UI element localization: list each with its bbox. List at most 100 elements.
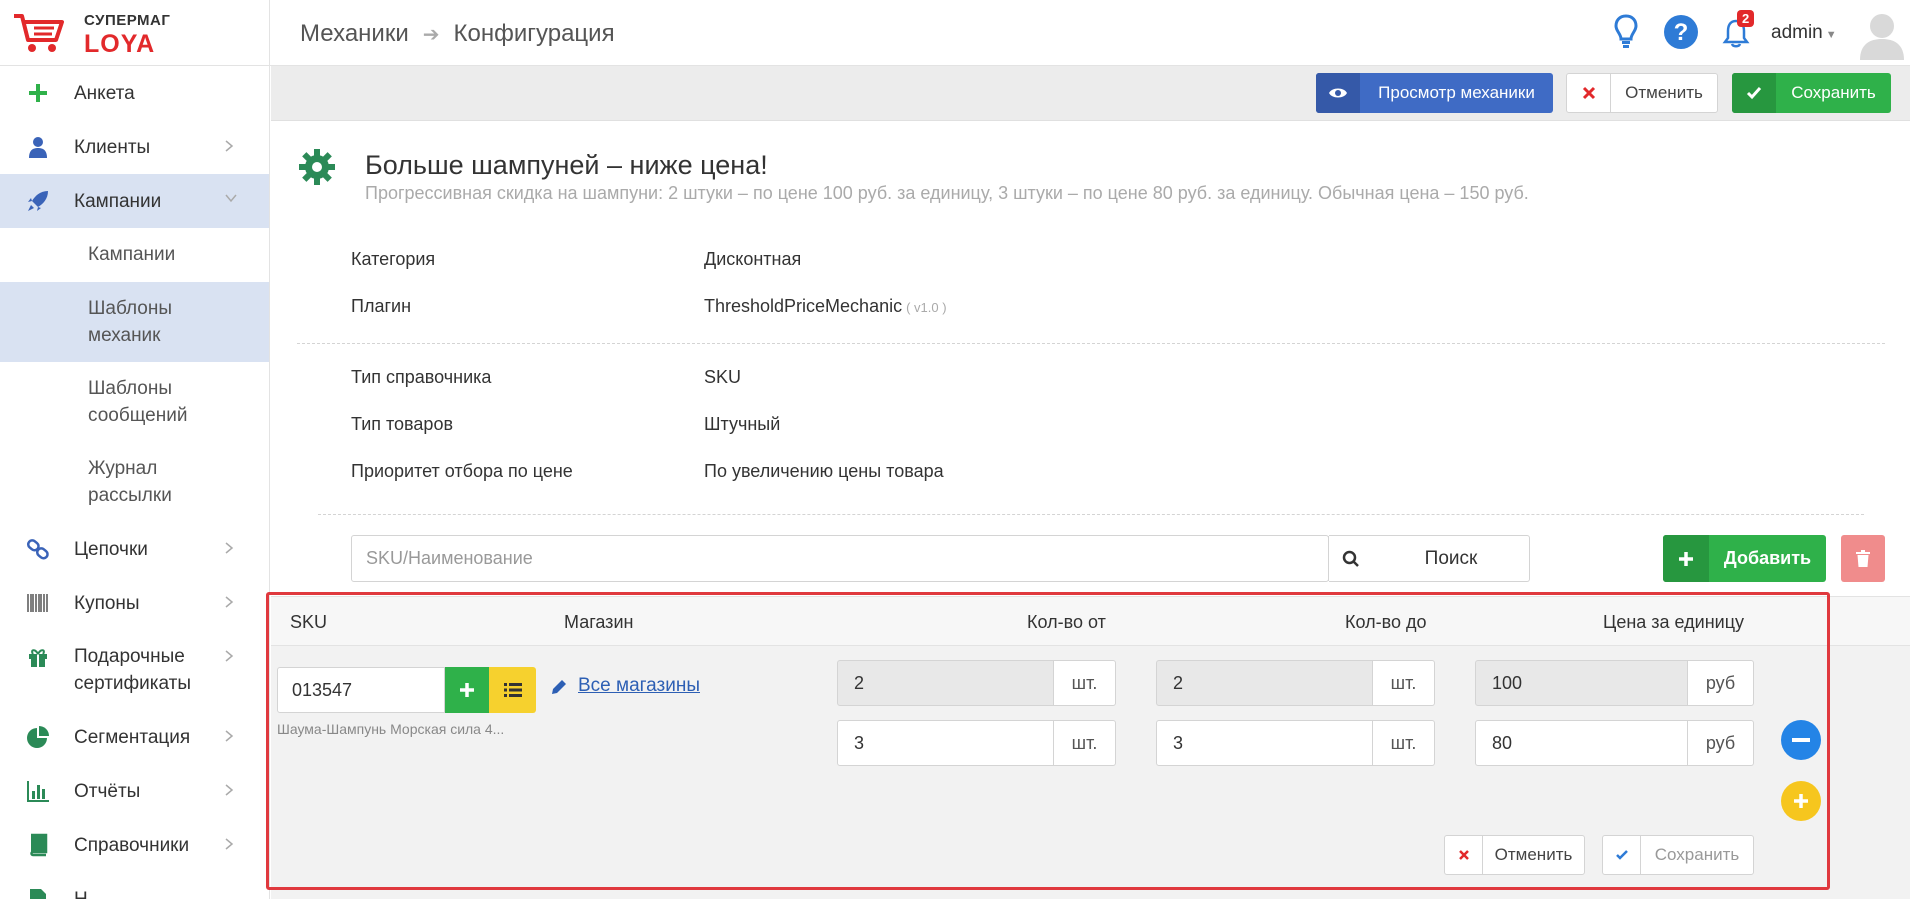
qty-unit: шт. [1373, 660, 1435, 706]
chain-icon [26, 539, 49, 560]
sidebar-item-reports[interactable]: Отчёты [0, 764, 269, 818]
price-unit: руб [1688, 720, 1754, 766]
logo-text-top: СУПЕРМАГ [84, 12, 171, 29]
search-input[interactable] [352, 536, 1329, 581]
sidebar-item-campaigns[interactable]: Кампании [0, 174, 269, 228]
qty-from-value: 3 [837, 720, 1054, 766]
row-save-label: Сохранить [1654, 845, 1740, 864]
sidebar-item-directories[interactable]: Справочники [0, 818, 269, 872]
store-link[interactable]: Все магазины [578, 675, 700, 697]
gear-icon [299, 149, 335, 185]
qty-to-field[interactable]: 3 шт. [1156, 720, 1435, 766]
search-icon-button[interactable] [1329, 535, 1374, 582]
sidebar-item-clients[interactable]: Клиенты [0, 120, 269, 174]
check-icon [1746, 87, 1762, 100]
qty-unit: шт. [1054, 660, 1116, 706]
sidebar-item-segmentation[interactable]: Сегментация [0, 710, 269, 764]
document-icon [30, 889, 46, 899]
product-name: Шаума-Шампунь Морская сила 4... [277, 721, 505, 737]
add-tier-button[interactable] [1781, 781, 1821, 821]
property-value: Штучный [704, 414, 781, 434]
barcode-icon [27, 594, 48, 612]
sidebar-item-label: Сегментация [74, 726, 191, 748]
sku-input[interactable]: 013547 [277, 667, 445, 713]
sidebar-item-coupons[interactable]: Купоны [0, 576, 269, 630]
qty-to-field[interactable]: 2 шт. [1156, 660, 1435, 706]
row-save-button[interactable]: Сохранить [1602, 835, 1754, 875]
chevron-right-icon [225, 650, 234, 662]
divider [297, 343, 1885, 344]
sidebar-subitem-label: Кампании [88, 244, 176, 265]
qty-from-value: 2 [837, 660, 1054, 706]
sidebar-item-label: Клиенты [74, 136, 151, 158]
top-header: СУПЕРМАГ LOYA Механики ➔ Конфигурация ? … [0, 0, 1910, 66]
search-box [351, 535, 1329, 582]
sidebar-item-gift-certificates[interactable]: Подарочные сертификаты [0, 630, 269, 710]
add-button[interactable]: Добавить [1663, 535, 1826, 582]
cart-logo-icon [14, 14, 64, 52]
avatar[interactable] [1856, 8, 1908, 60]
sidebar-subitem-message-templates[interactable]: Шаблоны сообщений [0, 362, 269, 442]
sidebar-item-chains[interactable]: Цепочки [0, 522, 269, 576]
plugin-version: ( v1.0 ) [906, 300, 947, 315]
user-icon [29, 137, 47, 158]
sidebar-item-label: Подарочные сертификаты [74, 646, 192, 694]
delete-button[interactable] [1841, 535, 1885, 582]
cancel-label: Отменить [1625, 83, 1703, 102]
sidebar-item-more[interactable]: Н... [0, 872, 269, 899]
sku-list-button[interactable] [489, 667, 536, 713]
breadcrumb-item-mechanics[interactable]: Механики [300, 20, 409, 48]
property-label: Тип справочника [351, 367, 492, 387]
remove-tier-button[interactable] [1781, 720, 1821, 760]
add-label: Добавить [1723, 548, 1812, 568]
column-header-store: Магазин [564, 612, 634, 632]
sku-add-button[interactable] [445, 667, 489, 713]
logo[interactable]: СУПЕРМАГ LOYA [0, 0, 270, 66]
sidebar-subitem-campaigns[interactable]: Кампании [0, 228, 269, 282]
sidebar-item-questionnaire[interactable]: Анкета [0, 66, 269, 120]
view-mechanic-button[interactable]: Просмотр механики [1316, 73, 1553, 113]
lightbulb-icon[interactable] [1614, 14, 1638, 50]
gift-icon [29, 649, 47, 667]
chevron-right-icon [225, 838, 234, 850]
svg-text:?: ? [1674, 19, 1689, 46]
sidebar-item-label: Кампании [74, 190, 162, 212]
breadcrumb-item-config: Конфигурация [453, 20, 615, 47]
property-value: По увеличению цены товара [704, 461, 944, 481]
check-icon [1615, 850, 1628, 860]
rocket-icon [28, 191, 48, 211]
page-title: Больше шампуней – ниже цена! [365, 150, 768, 180]
cancel-button[interactable]: Отменить [1566, 73, 1718, 113]
pencil-icon[interactable] [550, 678, 568, 696]
property-value: SKU [704, 367, 742, 387]
row-cancel-button[interactable]: Отменить [1444, 835, 1585, 875]
sidebar-subitem-mailing-log[interactable]: Журнал рассылки [0, 442, 269, 522]
column-header-unit-price: Цена за единицу [1603, 612, 1745, 632]
chevron-right-icon [225, 542, 234, 554]
qty-to-value: 3 [1156, 720, 1373, 766]
plus-icon [460, 683, 474, 697]
notification-badge: 2 [1737, 10, 1755, 27]
chevron-down-icon: ▼ [1825, 29, 1837, 41]
column-header-sku: SKU [290, 612, 328, 632]
qty-from-field[interactable]: 3 шт. [837, 720, 1116, 766]
property-label: Категория [351, 249, 436, 269]
bar-chart-icon [27, 781, 49, 802]
search-button[interactable]: Поиск [1373, 535, 1530, 582]
chevron-right-icon [225, 730, 234, 742]
pie-chart-icon [27, 726, 49, 748]
save-button[interactable]: Сохранить [1732, 73, 1891, 113]
chevron-down-icon [225, 194, 237, 203]
user-menu[interactable]: admin ▼ [1771, 22, 1837, 44]
property-value-plugin: ThresholdPriceMechanic( v1.0 ) [704, 296, 947, 317]
sidebar-item-label: Н... [74, 888, 104, 899]
help-icon[interactable]: ? [1663, 14, 1699, 50]
price-field[interactable]: 80 руб [1475, 720, 1754, 766]
price-field[interactable]: 100 руб [1475, 660, 1754, 706]
qty-from-field[interactable]: 2 шт. [837, 660, 1116, 706]
plus-icon [29, 84, 47, 102]
qty-unit: шт. [1054, 720, 1116, 766]
sidebar-item-label: Купоны [74, 592, 140, 614]
column-header-qty-from: Кол-во от [1027, 612, 1106, 632]
sidebar-subitem-mechanic-templates[interactable]: Шаблоны механик [0, 282, 269, 362]
